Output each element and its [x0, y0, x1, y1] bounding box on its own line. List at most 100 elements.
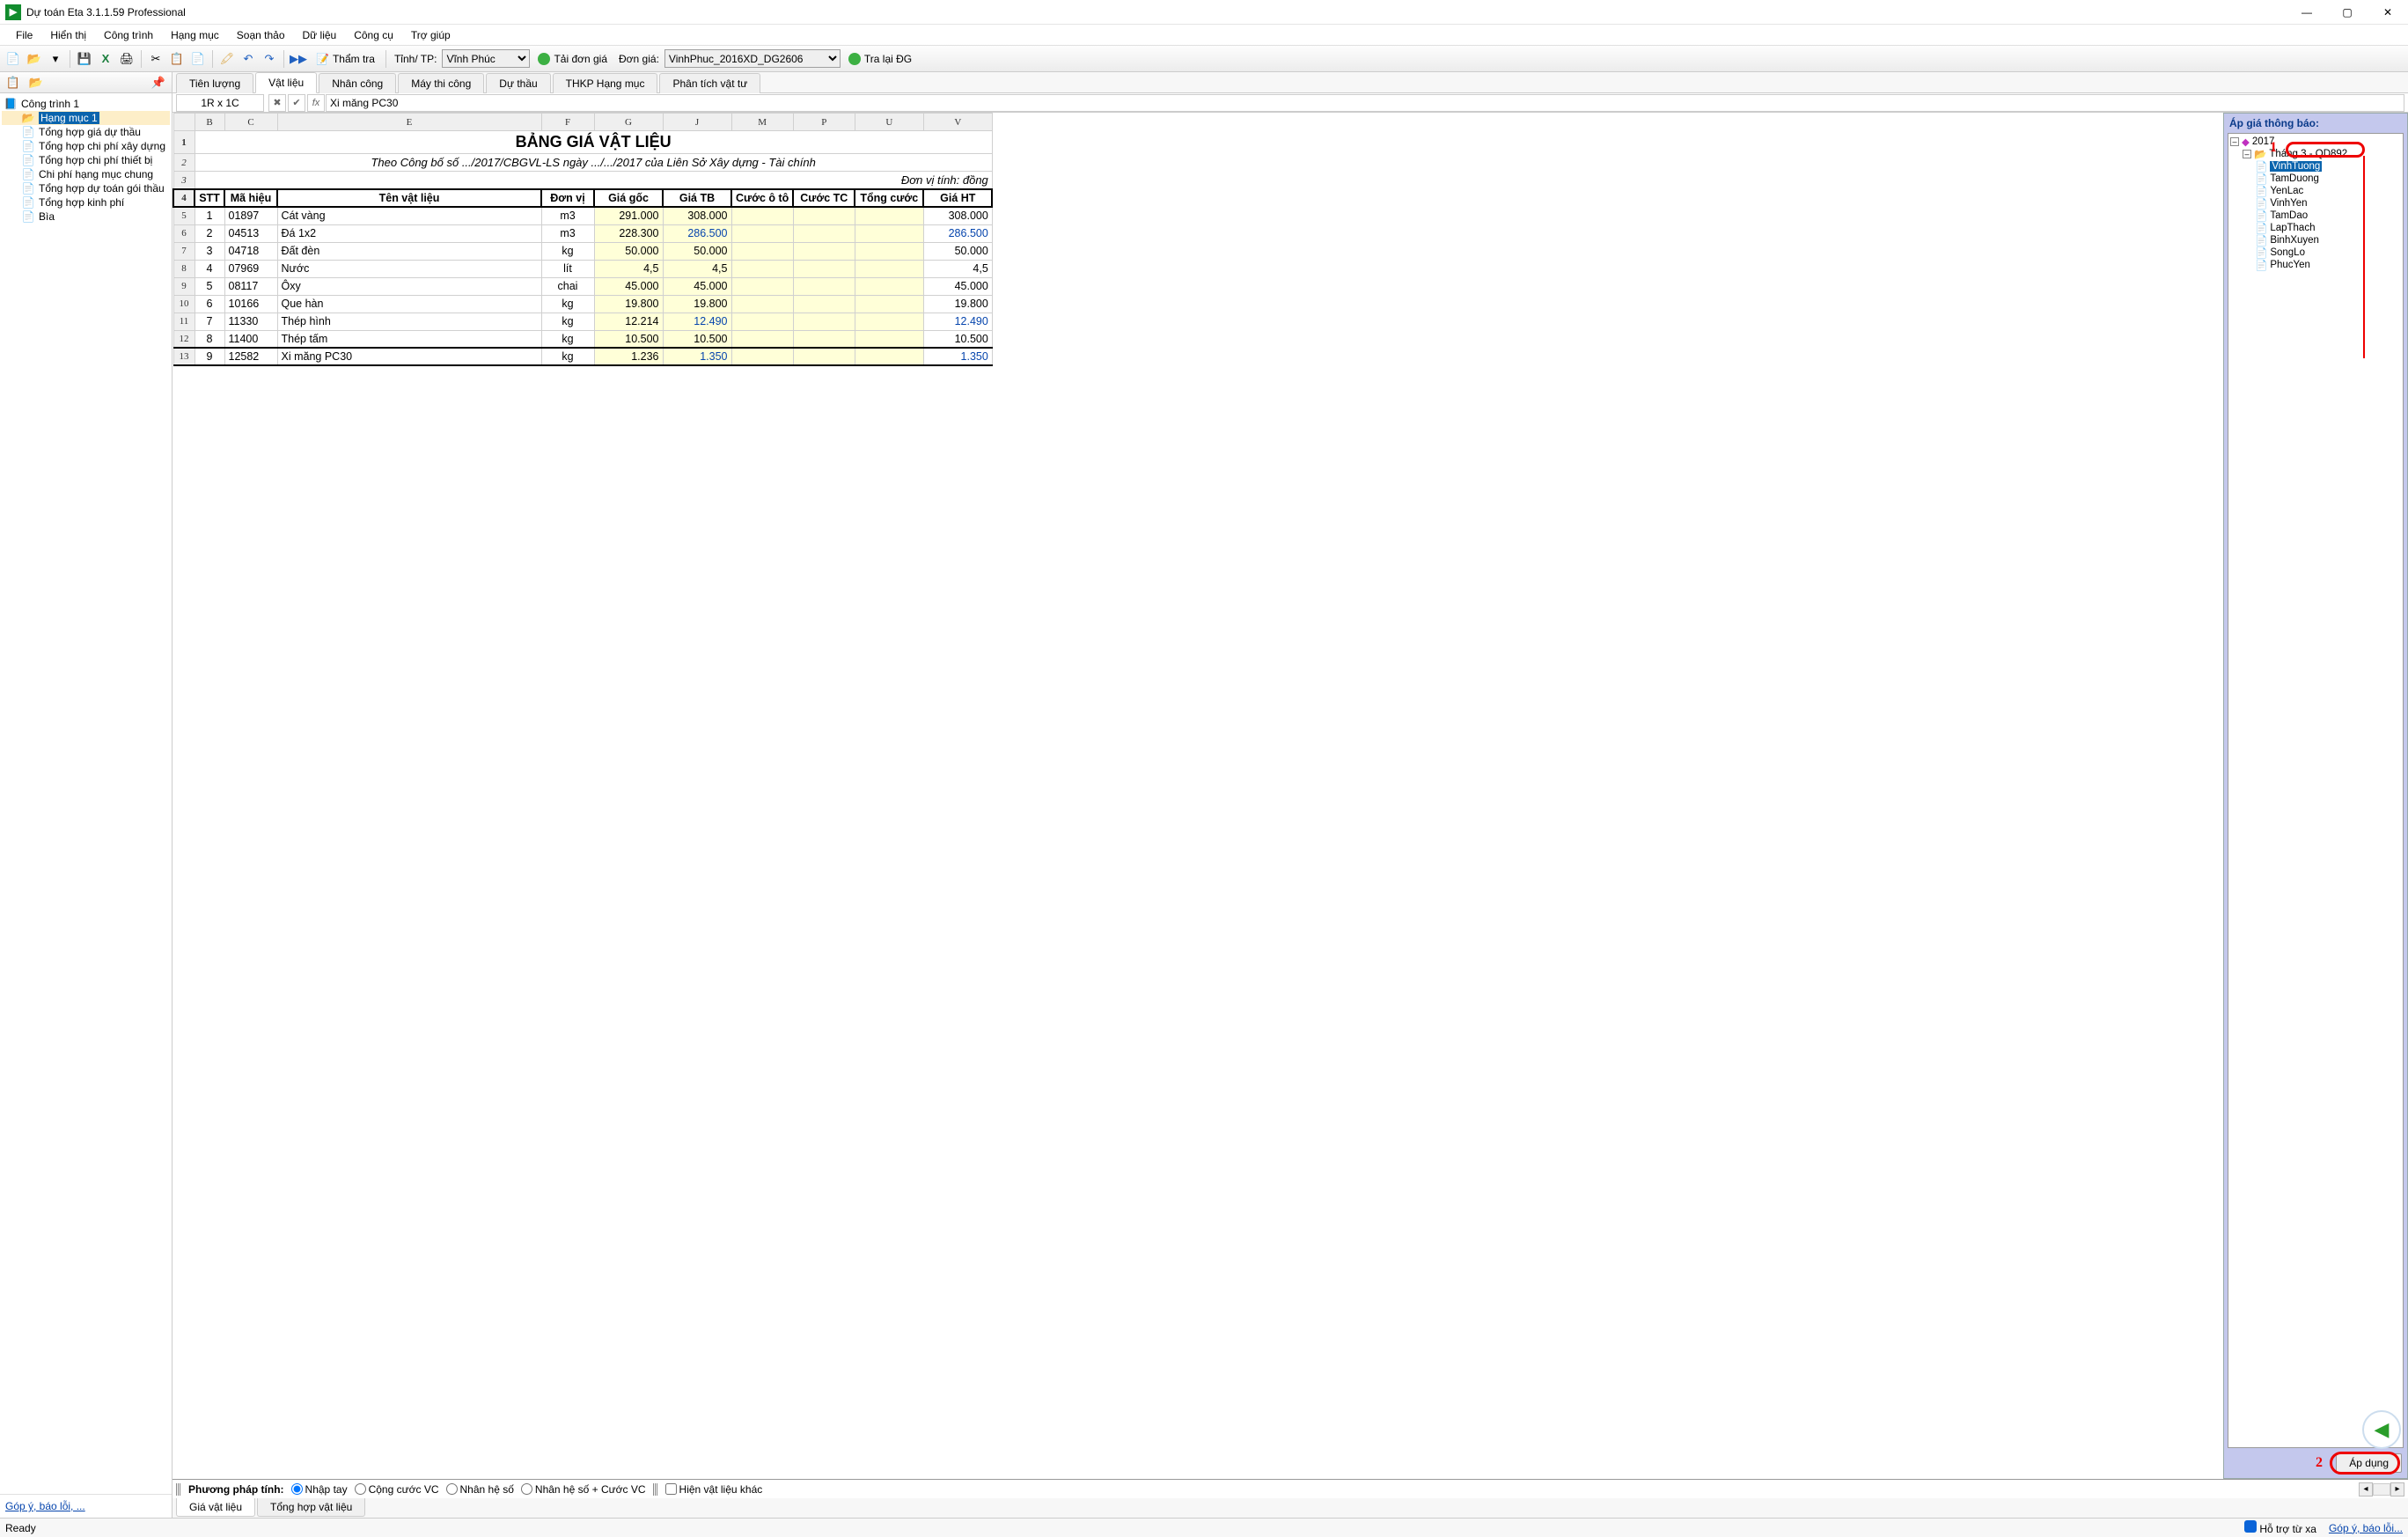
dropdown-icon[interactable]: ▾ — [46, 49, 65, 69]
row-header[interactable]: 4 — [173, 189, 195, 207]
row-header[interactable]: 8 — [173, 260, 195, 277]
method-radio-coef-freight[interactable]: Nhân hệ số + Cước VC — [521, 1483, 646, 1496]
apply-button[interactable]: Áp dụng — [2336, 1453, 2402, 1473]
district-item[interactable]: 📄VinhTuong — [2230, 160, 2401, 173]
download-price-button[interactable]: Tải đơn giá — [532, 50, 613, 68]
bottom-tab-price[interactable]: Giá vật liệu — [176, 1498, 255, 1517]
row-header[interactable]: 2 — [173, 154, 195, 172]
menu-help[interactable]: Trợ giúp — [402, 26, 459, 44]
copy-icon[interactable]: 📋 — [167, 49, 187, 69]
method-radio-freight[interactable]: Cộng cước VC — [355, 1483, 439, 1496]
menu-tools[interactable]: Công cụ — [345, 26, 402, 44]
scroll-right-icon[interactable]: ▸ — [2390, 1482, 2404, 1497]
cell-reference[interactable] — [176, 94, 264, 112]
row-header[interactable]: 6 — [173, 224, 195, 242]
col-header[interactable]: V — [923, 114, 992, 131]
table-row[interactable]: 11711330Thép hìnhkg12.21412.49012.490 — [173, 313, 992, 330]
tree-month[interactable]: –📂Tháng 3 - QD892 — [2230, 148, 2401, 160]
tab-phan-tich[interactable]: Phân tích vật tư — [659, 73, 760, 93]
save-icon[interactable]: 💾 — [75, 49, 94, 69]
cancel-fx-icon[interactable]: ✖ — [268, 94, 286, 112]
horizontal-scroll[interactable]: ◂ ▸ — [2359, 1482, 2404, 1497]
fx-icon[interactable]: fx — [307, 94, 325, 112]
menu-view[interactable]: Hiển thị — [41, 26, 95, 44]
row-header[interactable]: 9 — [173, 277, 195, 295]
highlight-icon[interactable]: 🖍 — [217, 49, 237, 69]
col-header[interactable]: J — [663, 114, 731, 131]
tab-nhan-cong[interactable]: Nhân công — [319, 73, 396, 93]
tree-item[interactable]: 📄Tổng hợp kinh phí — [2, 195, 170, 210]
col-header[interactable]: U — [855, 114, 923, 131]
maximize-button[interactable]: ▢ — [2327, 0, 2368, 25]
row-header[interactable]: 10 — [173, 295, 195, 313]
tree-item[interactable]: 📂 Hạng mục 1 — [2, 111, 170, 125]
bottom-tab-summary[interactable]: Tổng hợp vật liệu — [257, 1498, 365, 1517]
col-header[interactable]: G — [594, 114, 663, 131]
accept-fx-icon[interactable]: ✔ — [288, 94, 305, 112]
tab-vat-lieu[interactable]: Vật liệu — [255, 72, 317, 93]
method-radio-coef[interactable]: Nhân hệ số — [446, 1483, 514, 1496]
menu-file[interactable]: File — [7, 26, 41, 44]
tree-item[interactable]: 📄Tổng hợp chi phí thiết bị — [2, 153, 170, 167]
row-header[interactable]: 12 — [173, 330, 195, 348]
tree-project-root[interactable]: 📘 Công trình 1 — [2, 97, 170, 111]
feedback-link[interactable]: Góp ý, báo lỗi, ... — [5, 1500, 85, 1512]
price-select[interactable]: VinhPhuc_2016XD_DG2606 — [664, 49, 841, 68]
tab-tien-luong[interactable]: Tiên lượng — [176, 73, 253, 93]
open-icon[interactable]: 📂 — [25, 49, 44, 69]
table-row[interactable]: 6204513Đá 1x2m3228.300286.500286.500 — [173, 224, 992, 242]
district-item[interactable]: 📄SongLo — [2230, 246, 2401, 259]
spreadsheet[interactable]: B C E F G J M P U V 1BẢNG GIÁ VẬT LIỆU 2… — [173, 113, 2223, 1479]
district-item[interactable]: 📄BinhXuyen — [2230, 234, 2401, 246]
table-row[interactable]: 7304718Đất đènkg50.00050.00050.000 — [173, 242, 992, 260]
row-header[interactable]: 13 — [173, 348, 195, 365]
method-radio-manual[interactable]: Nhập tay — [291, 1483, 348, 1496]
district-item[interactable]: 📄LapThach — [2230, 222, 2401, 234]
undo-icon[interactable]: ↶ — [239, 49, 258, 69]
relookup-button[interactable]: Tra lại ĐG — [842, 50, 918, 68]
excel-icon[interactable]: X — [96, 49, 115, 69]
table-row[interactable]: 8407969Nướclít4,54,54,5 — [173, 260, 992, 277]
col-header[interactable]: E — [277, 114, 541, 131]
feedback-link-status[interactable]: Góp ý, báo lỗi... — [2329, 1522, 2403, 1534]
province-select[interactable]: Vĩnh Phúc — [442, 49, 530, 68]
tree-item[interactable]: 📄Tổng hợp dự toán gói thầu — [2, 181, 170, 195]
tab-thkp[interactable]: THKP Hạng mục — [553, 73, 658, 93]
menu-category[interactable]: Hạng mục — [162, 26, 228, 44]
district-item[interactable]: 📄YenLac — [2230, 185, 2401, 197]
copy-small-icon[interactable]: 📋 — [4, 73, 23, 92]
table-row[interactable]: 10610166Que hànkg19.80019.80019.800 — [173, 295, 992, 313]
tab-may-thi-cong[interactable]: Máy thi công — [398, 73, 484, 93]
tree-item[interactable]: 📄Tổng hợp chi phí xây dựng — [2, 139, 170, 153]
district-item[interactable]: 📄TamDao — [2230, 210, 2401, 222]
formula-input[interactable] — [326, 94, 2404, 112]
folder-small-icon[interactable]: 📂 — [26, 73, 46, 92]
row-header[interactable]: 5 — [173, 207, 195, 224]
table-row[interactable]: 12811400Thép tấmkg10.50010.50010.500 — [173, 330, 992, 348]
table-row[interactable]: 9508117Ôxychai45.00045.00045.000 — [173, 277, 992, 295]
check-button[interactable]: 📝 Thẩm tra — [310, 50, 381, 68]
close-button[interactable]: ✕ — [2368, 0, 2408, 25]
table-row[interactable]: 5101897Cát vàngm3291.000308.000308.000 — [173, 207, 992, 224]
row-header[interactable]: 3 — [173, 172, 195, 190]
show-other-materials-checkbox[interactable]: Hiện vật liệu khác — [665, 1483, 763, 1496]
col-header[interactable]: P — [793, 114, 855, 131]
new-icon[interactable]: 📄 — [4, 49, 23, 69]
tab-du-thau[interactable]: Dự thầu — [486, 73, 550, 93]
menu-compose[interactable]: Soạn thảo — [228, 26, 294, 44]
district-item[interactable]: 📄PhucYen — [2230, 259, 2401, 271]
tree-item[interactable]: 📄Tổng hợp giá dự thầu — [2, 125, 170, 139]
row-header[interactable]: 11 — [173, 313, 195, 330]
col-header[interactable]: F — [541, 114, 594, 131]
table-row[interactable]: 13912582Xi măng PC30kg1.2361.3501.350 — [173, 348, 992, 365]
paste-icon[interactable]: 📄 — [188, 49, 208, 69]
row-header[interactable]: 7 — [173, 242, 195, 260]
remote-support[interactable]: Hỗ trợ từ xa — [2244, 1520, 2316, 1535]
col-header[interactable]: C — [224, 114, 277, 131]
tree-year[interactable]: –◆2017 — [2230, 136, 2401, 148]
floating-nav-button[interactable]: ◀ — [2362, 1410, 2401, 1449]
play-icon[interactable]: ▶▶ — [289, 49, 308, 69]
district-item[interactable]: 📄TamDuong — [2230, 173, 2401, 185]
tree-item[interactable]: 📄Chi phí hạng mục chung — [2, 167, 170, 181]
tree-item[interactable]: 📄Bìa — [2, 210, 170, 224]
